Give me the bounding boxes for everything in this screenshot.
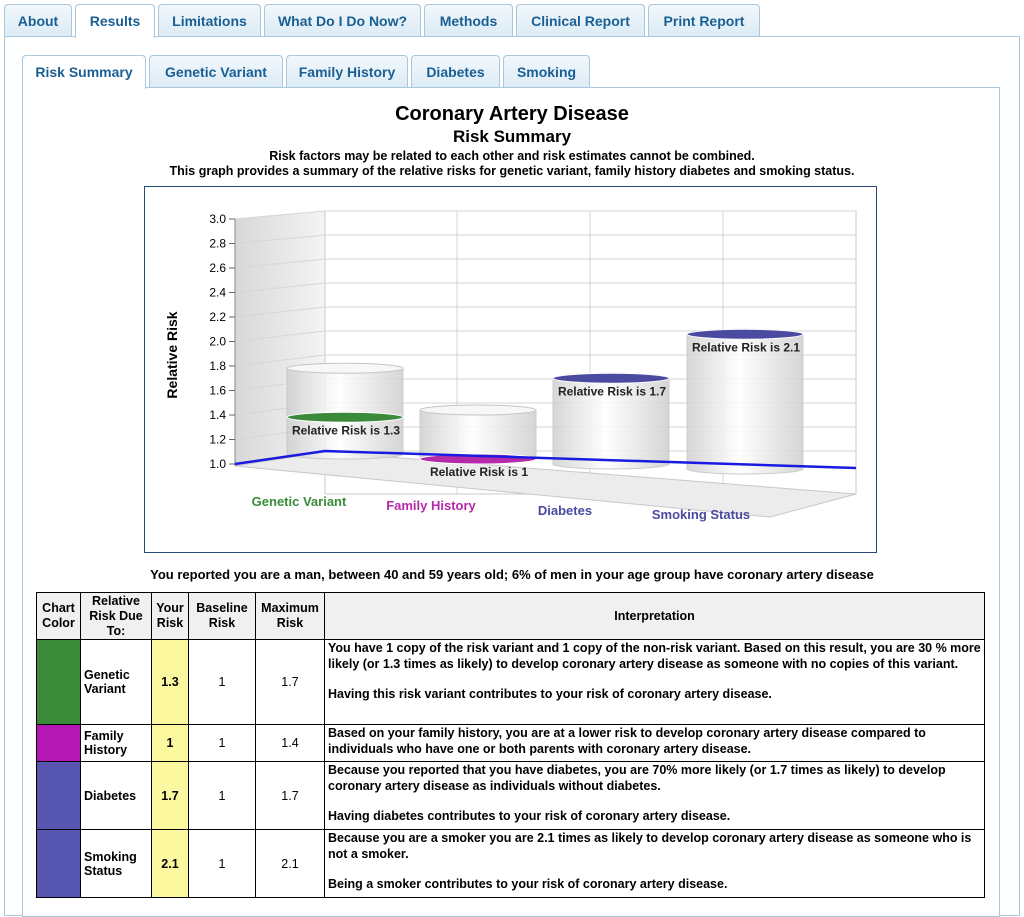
table-row: Smoking Status 2.1 1 2.1 Because you are… <box>36 829 985 898</box>
row-baseline-risk: 1 <box>188 724 256 762</box>
value-disc <box>286 411 404 423</box>
note-graph-summary: This graph provides a summary of the rel… <box>169 164 855 178</box>
row-label: Diabetes <box>80 761 152 830</box>
data-label: Relative Risk is 2.1 <box>692 340 800 354</box>
tab-methods[interactable]: Methods <box>424 4 513 36</box>
row-interpretation: Because you reported that you have diabe… <box>324 761 985 830</box>
tab-about[interactable]: About <box>4 4 72 36</box>
table-header-row: Chart Color Relative Risk Due To: Your R… <box>36 592 985 640</box>
user-report-summary: You reported you are a man, between 40 a… <box>150 567 874 582</box>
value-disc <box>686 328 804 340</box>
table-row: Diabetes 1.7 1 1.7 Because you reported … <box>36 761 985 830</box>
x-category-label: Smoking Status <box>652 507 750 522</box>
y-tick-label: 2.8 <box>209 237 226 251</box>
data-label: Relative Risk is 1.3 <box>292 423 400 437</box>
interpretation-text: You have 1 copy of the risk variant and … <box>328 641 981 671</box>
tab-clinical-report[interactable]: Clinical Report <box>516 4 645 36</box>
row-label: Family History <box>80 724 152 762</box>
row-your-risk: 2.1 <box>151 829 189 898</box>
tab-limitations[interactable]: Limitations <box>158 4 261 36</box>
row-label: Genetic Variant <box>80 639 152 725</box>
row-baseline-risk: 1 <box>188 829 256 898</box>
interpretation-conclusion: Having this risk variant contributes to … <box>328 687 772 701</box>
y-tick-label: 1.6 <box>209 384 226 398</box>
cylinder-top <box>419 404 537 416</box>
data-label: Relative Risk is 1 <box>430 465 528 479</box>
value-disc <box>552 372 670 384</box>
row-maximum-risk: 1.4 <box>255 724 325 762</box>
interpretation-conclusion: Being a smoker contributes to your risk … <box>328 877 728 891</box>
tab-risk-summary[interactable]: Risk Summary <box>22 55 146 89</box>
interpretation-text: Because you are a smoker you are 2.1 tim… <box>328 831 972 861</box>
risk-chart: 3.0 2.8 2.6 2.4 2.2 2.0 1.8 1.6 1.4 1.2 1.0 Relati… <box>144 186 877 553</box>
risk-table: Chart Color Relative Risk Due To: Your R… <box>36 592 985 898</box>
tab-diabetes[interactable]: Diabetes <box>411 55 500 87</box>
cylinder-body <box>686 333 804 475</box>
page-subtitle: Risk Summary <box>452 127 572 146</box>
row-interpretation: Based on your family history, you are at… <box>324 724 985 762</box>
interpretation-text: Based on your family history, you are at… <box>328 726 926 756</box>
row-color-swatch <box>36 639 81 725</box>
y-tick-label: 1.4 <box>209 408 226 422</box>
x-category-label: Family History <box>386 498 476 513</box>
tab-what-do-i-do-now[interactable]: What Do I Do Now? <box>264 4 421 36</box>
main-tab-bar: About Results Limitations What Do I Do N… <box>4 4 1020 38</box>
interpretation-text: Because you reported that you have diabe… <box>328 763 946 793</box>
tab-genetic-variant[interactable]: Genetic Variant <box>149 55 283 87</box>
y-tick-label: 2.6 <box>209 261 226 275</box>
results-sub-tab-bar: Risk Summary Genetic Variant Family Hist… <box>22 55 1002 89</box>
tab-results[interactable]: Results <box>75 4 155 38</box>
y-tick-label: 1.2 <box>209 433 226 447</box>
tab-smoking[interactable]: Smoking <box>503 55 590 87</box>
risk-chart-svg: 3.0 2.8 2.6 2.4 2.2 2.0 1.8 1.6 1.4 1.2 1.0 Relati… <box>164 210 857 522</box>
row-your-risk: 1 <box>151 724 189 762</box>
header-relative-risk-due-to: Relative Risk Due To: <box>80 592 152 640</box>
y-tick-label: 3.0 <box>209 212 226 226</box>
row-baseline-risk: 1 <box>188 639 256 725</box>
x-category-label: Diabetes <box>538 503 592 518</box>
row-maximum-risk: 2.1 <box>255 829 325 898</box>
row-interpretation: Because you are a smoker you are 2.1 tim… <box>324 829 985 898</box>
header-your-risk: Your Risk <box>151 592 189 640</box>
row-maximum-risk: 1.7 <box>255 639 325 725</box>
row-your-risk: 1.3 <box>151 639 189 725</box>
header-chart-color: Chart Color <box>36 592 81 640</box>
table-row: Genetic Variant 1.3 1 1.7 You have 1 cop… <box>36 639 985 725</box>
header-interpretation: Interpretation <box>324 592 985 640</box>
row-label: Smoking Status <box>80 829 152 898</box>
header-baseline-risk: Baseline Risk <box>188 592 256 640</box>
note-risk-factors: Risk factors may be related to each othe… <box>269 149 755 163</box>
cylinder-top <box>286 362 404 374</box>
y-tick-label: 2.2 <box>209 310 226 324</box>
header-maximum-risk: Maximum Risk <box>255 592 325 640</box>
y-tick-label: 1.8 <box>209 359 226 373</box>
table-row: Family History 1 1 1.4 Based on your fam… <box>36 724 985 762</box>
y-axis-ticks: 3.0 2.8 2.6 2.4 2.2 2.0 1.8 1.6 1.4 1.2 1.0 <box>209 212 235 471</box>
row-interpretation: You have 1 copy of the risk variant and … <box>324 639 985 725</box>
data-label: Relative Risk is 1.7 <box>558 384 666 398</box>
x-category-label: Genetic Variant <box>252 494 347 509</box>
page-title: Coronary Artery Disease <box>395 103 629 125</box>
row-maximum-risk: 1.7 <box>255 761 325 830</box>
y-tick-label: 2.4 <box>209 286 226 300</box>
y-axis-label: Relative Risk <box>164 311 180 398</box>
row-color-swatch <box>36 761 81 830</box>
interpretation-conclusion: Having diabetes contributes to your risk… <box>328 809 731 823</box>
tab-print-report[interactable]: Print Report <box>648 4 760 36</box>
row-color-swatch <box>36 829 81 898</box>
y-tick-label: 1.0 <box>209 457 226 471</box>
tab-family-history[interactable]: Family History <box>286 55 408 87</box>
y-tick-label: 2.0 <box>209 335 226 349</box>
row-color-swatch <box>36 724 81 762</box>
row-baseline-risk: 1 <box>188 761 256 830</box>
row-your-risk: 1.7 <box>151 761 189 830</box>
